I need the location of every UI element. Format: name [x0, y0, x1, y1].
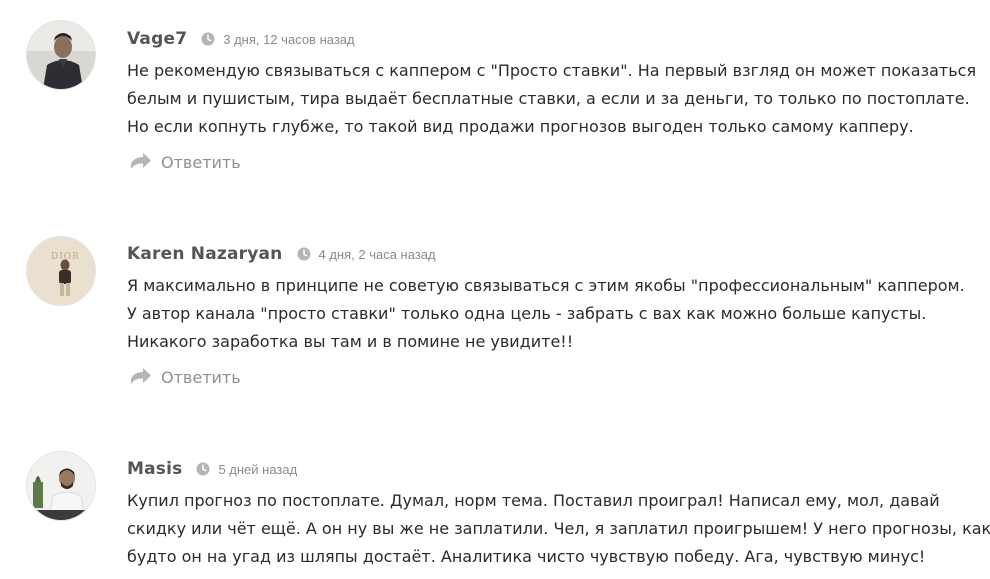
reply-button[interactable]: Ответить: [130, 152, 241, 172]
comment-text-line: Не рекомендую связываться с каппером с "…: [127, 61, 977, 80]
comment-date[interactable]: 4 дня, 2 часа назад: [319, 247, 436, 262]
comment-text-line: белым и пушистым, тира выдаёт бесплатные…: [127, 89, 970, 108]
comment-date[interactable]: 3 дня, 12 часов назад: [223, 32, 354, 47]
comment-meta: Karen Nazaryan 4 дня, 2 часа назад: [127, 242, 436, 266]
comment-meta: Vage7 3 дня, 12 часов назад: [127, 27, 355, 51]
reply-button[interactable]: Ответить: [130, 367, 241, 387]
avatar[interactable]: DIOR: [26, 236, 96, 306]
clock-icon: [201, 32, 215, 46]
avatar[interactable]: [26, 451, 96, 521]
reply-arrow-icon: [131, 368, 151, 384]
comment-text: Не рекомендую связываться с каппером с "…: [127, 57, 977, 141]
comment-text-line: Никакого заработка вы там и в помине не …: [127, 332, 574, 351]
comment-date[interactable]: 5 дней назад: [218, 462, 297, 477]
reply-label[interactable]: Ответить: [161, 153, 241, 172]
clock-icon: [297, 247, 311, 261]
reply-arrow-icon: [131, 153, 151, 169]
comment-text-line: Я максимально в принципе не советую связ…: [127, 276, 965, 295]
comment-meta: Masis 5 дней назад: [127, 457, 297, 481]
comment-text-line: скидку или чёт ещё. А он ну вы же не зап…: [127, 519, 990, 538]
comment-text-line: Но если копнуть глубже, то такой вид про…: [127, 117, 914, 136]
comment-text-line: Купил прогноз по постоплате. Думал, норм…: [127, 491, 940, 510]
comment-text: Я максимально в принципе не советую связ…: [127, 272, 967, 356]
comment-author[interactable]: Vage7: [127, 29, 187, 49]
comment-text: Купил прогноз по постоплате. Думал, норм…: [127, 487, 990, 571]
reply-label[interactable]: Ответить: [161, 368, 241, 387]
clock-icon: [196, 462, 210, 476]
comment-text-line: У автор канала "просто ставки" только од…: [127, 304, 927, 323]
comment-author[interactable]: Masis: [127, 459, 182, 479]
comment-text-line: будто он на угад из шляпы достаёт. Анали…: [127, 547, 926, 566]
avatar[interactable]: [26, 20, 96, 90]
comment-author[interactable]: Karen Nazaryan: [127, 244, 283, 264]
